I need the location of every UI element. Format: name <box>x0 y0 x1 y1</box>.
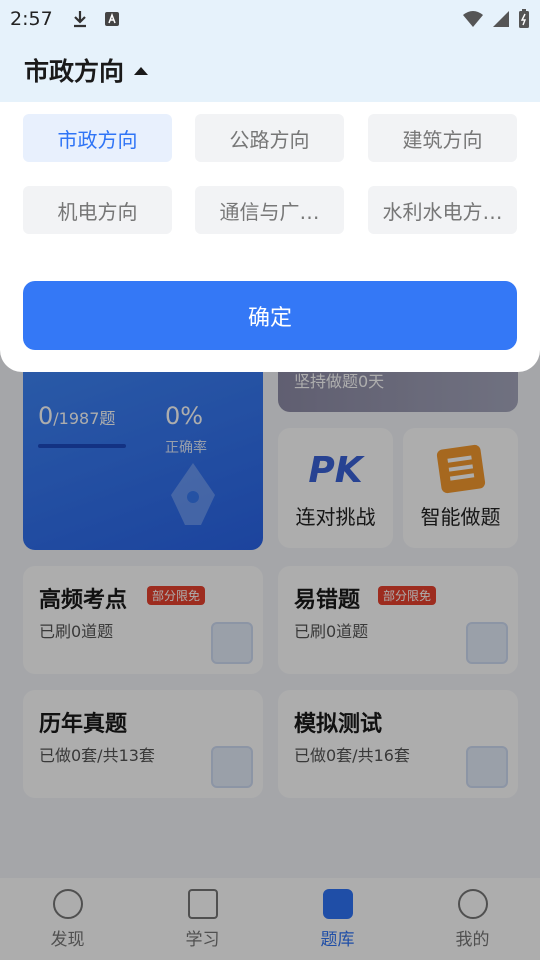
selector-header[interactable]: 市政方向 <box>0 38 540 102</box>
option-construction[interactable]: 建筑方向 <box>368 114 517 162</box>
option-electromechanical[interactable]: 机电方向 <box>23 186 172 234</box>
option-highway[interactable]: 公路方向 <box>195 114 344 162</box>
signal-icon <box>493 11 509 27</box>
text-a-icon <box>103 10 121 28</box>
wifi-icon <box>463 11 483 27</box>
direction-selector-panel: 市政方向 市政方向 公路方向 建筑方向 机电方向 通信与广… 水利水电方… 确定 <box>0 0 540 372</box>
battery-icon <box>519 9 529 28</box>
status-bar: 2:57 <box>0 0 540 38</box>
option-water-conservancy[interactable]: 水利水电方… <box>368 186 517 234</box>
download-icon <box>71 10 89 28</box>
option-telecom[interactable]: 通信与广… <box>195 186 344 234</box>
status-time: 2:57 <box>10 8 53 30</box>
selector-title: 市政方向 <box>24 57 125 86</box>
option-municipal[interactable]: 市政方向 <box>23 114 172 162</box>
caret-up-icon <box>134 67 149 75</box>
confirm-button[interactable]: 确定 <box>23 281 517 350</box>
